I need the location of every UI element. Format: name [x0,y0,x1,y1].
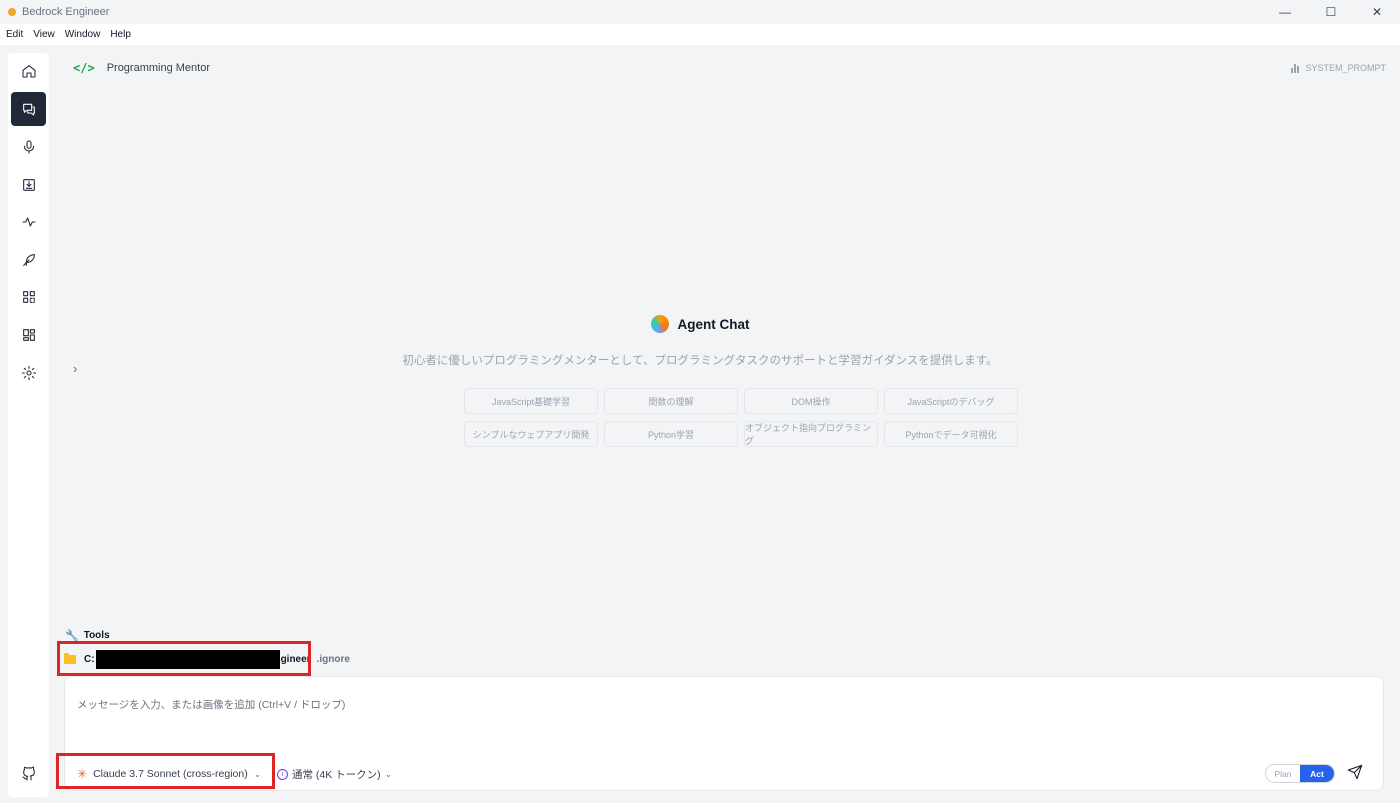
welcome-panel: Agent Chat 初心者に優しいプログラミングメンターとして、プログラミング… [55,315,1345,368]
menu-help[interactable]: Help [105,29,136,40]
sidebar-item-download[interactable] [11,168,46,202]
claude-icon: ✳ [77,767,88,781]
agent-description: 初心者に優しいプログラミングメンターとして、プログラミングタスクのサポートと学習… [402,355,998,367]
github-icon [21,766,35,781]
sidebar-item-settings[interactable] [11,356,46,390]
example-prompt[interactable]: オブジェクト指向プログラミング [744,421,878,447]
title-bar: Bedrock Engineer — ☐ ✕ [0,0,1400,24]
system-prompt-label: SYSTEM_PROMPT [1305,63,1386,73]
folder-path-suffix: gineer [280,654,311,665]
menu-view[interactable]: View [28,29,60,40]
close-button[interactable]: ✕ [1354,0,1400,24]
example-prompts: JavaScript基礎学習 関数の理解 DOM操作 JavaScriptのデバ… [464,388,1024,447]
apps-icon [22,291,35,303]
agent-name[interactable]: Programming Mentor [107,62,210,74]
sidebar-item-home[interactable] [11,54,46,88]
agent-header: </> Programming Mentor [73,61,210,75]
chat-icon [22,103,35,116]
menu-bar: Edit View Window Help [0,24,1400,45]
sidebar-item-layout[interactable] [11,318,46,352]
feather-icon [22,254,35,266]
window-title: Bedrock Engineer [22,6,110,18]
plan-act-toggle: Plan Act [1265,764,1335,783]
system-prompt-button[interactable]: SYSTEM_PROMPT [1291,63,1386,73]
window-controls: — ☐ ✕ [1262,0,1400,24]
agent-logo-icon [650,315,669,333]
menu-window[interactable]: Window [60,29,106,40]
ignore-file-link[interactable]: .ignore [317,654,350,665]
sidebar-item-github[interactable] [11,757,46,791]
menu-edit[interactable]: Edit [0,29,28,40]
sidebar [8,53,49,797]
thinking-mode-selector[interactable]: i 通常 (4K トークン) ⌄ [277,767,392,782]
minimize-button[interactable]: — [1262,0,1308,24]
redacted-path [95,650,280,669]
send-button[interactable] [1347,764,1365,782]
chevron-down-icon: ⌄ [253,768,262,779]
microphone-icon [23,140,34,154]
sidebar-item-apps[interactable] [11,280,46,314]
wrench-icon: 🔧 [65,630,79,642]
sidebar-item-feather[interactable] [11,243,46,277]
activity-icon [21,217,36,227]
message-input[interactable]: メッセージを入力、または画像を追加 (Ctrl+V / ドロップ) [77,697,345,712]
bar-chart-icon [1291,63,1300,73]
folder-path-prefix: C: [84,654,95,665]
example-prompt[interactable]: Python学習 [604,421,738,447]
gear-icon [21,365,36,381]
chevron-down-icon: ⌄ [384,769,393,779]
model-selector[interactable]: ✳ Claude 3.7 Sonnet (cross-region) ⌄ [77,767,261,781]
example-prompt[interactable]: 関数の理解 [604,388,738,414]
example-prompt[interactable]: シンプルなウェブアプリ開発 [464,421,598,447]
thinking-icon: i [277,769,288,780]
message-composer: メッセージを入力、または画像を追加 (Ctrl+V / ドロップ) ✳ Clau… [64,676,1384,791]
model-name: Claude 3.7 Sonnet (cross-region) [93,768,248,780]
plan-mode-button[interactable]: Plan [1266,765,1300,782]
act-mode-button[interactable]: Act [1300,765,1334,782]
agent-chat-title: Agent Chat [650,315,750,333]
home-icon [21,65,36,78]
tools-label: Tools [83,630,110,641]
send-icon [1347,764,1363,780]
code-icon: </> [73,61,95,75]
page-title: Agent Chat [677,316,750,332]
thinking-mode: 通常 (4K トークン) [292,769,381,781]
sidebar-item-chat[interactable] [11,92,46,126]
app-icon [8,8,16,16]
main-panel: </> Programming Mentor SYSTEM_PROMPT › A… [55,53,1386,797]
example-prompt[interactable]: Pythonでデータ可視化 [884,421,1018,447]
sidebar-item-voice[interactable] [11,130,46,164]
folder-icon [64,653,76,664]
tools-toggle[interactable]: 🔧 Tools [65,629,110,642]
download-icon [22,179,35,191]
example-prompt[interactable]: DOM操作 [744,388,878,414]
project-folder[interactable]: C: gineer .ignore [64,650,350,669]
sidebar-item-activity[interactable] [11,205,46,239]
example-prompt[interactable]: JavaScriptのデバッグ [884,388,1018,414]
maximize-button[interactable]: ☐ [1308,0,1354,24]
example-prompt[interactable]: JavaScript基礎学習 [464,388,598,414]
layout-icon [22,329,35,341]
